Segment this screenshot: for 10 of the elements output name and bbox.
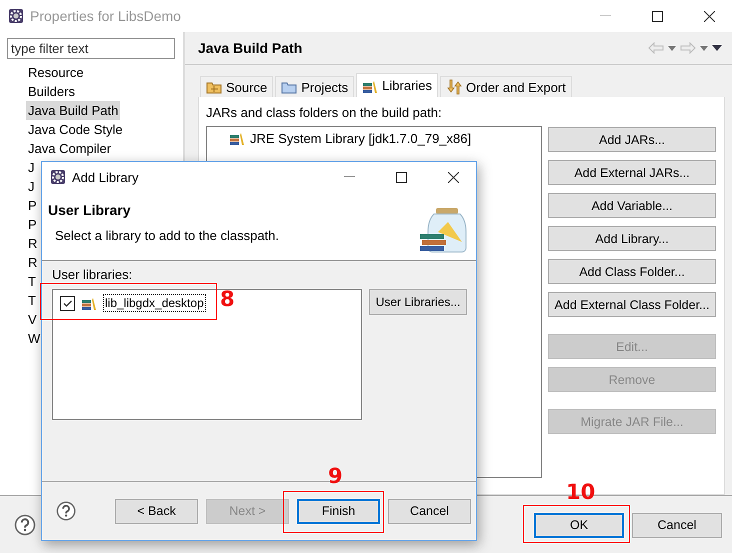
dialog-description: Select a library to add to the classpath. bbox=[55, 228, 280, 243]
list-label: User libraries: bbox=[52, 267, 132, 282]
dialog-title: Add Library bbox=[72, 170, 140, 184]
step-number: 10 bbox=[566, 480, 596, 504]
dialog-heading: User Library bbox=[48, 202, 132, 218]
step-number: 9 bbox=[328, 464, 343, 488]
step-number: 8 bbox=[220, 287, 235, 311]
window-title: Properties for LibsDemo bbox=[30, 8, 182, 24]
page-title: Java Build Path bbox=[198, 40, 304, 56]
build-path-label: JARs and class folders on the build path: bbox=[206, 105, 443, 120]
